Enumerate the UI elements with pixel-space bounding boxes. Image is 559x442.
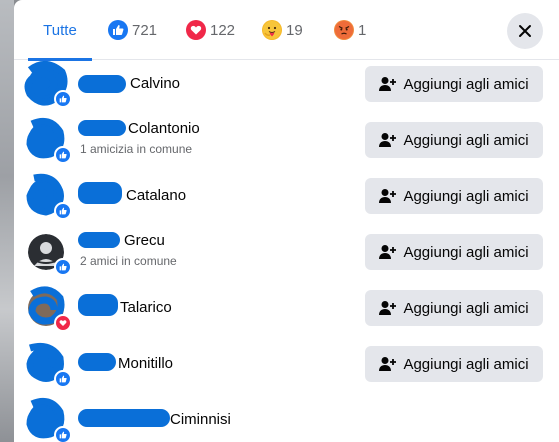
love-count: 122: [210, 21, 236, 39]
person-name[interactable]: Colantonio: [128, 120, 200, 137]
angry-count: 1: [358, 21, 367, 39]
redacted-name-mark: [78, 182, 122, 204]
add-friend-button[interactable]: Aggiungi agli amici: [365, 290, 543, 326]
like-badge-icon: [54, 146, 72, 164]
redacted-name-mark: [78, 294, 118, 316]
add-friend-button[interactable]: Aggiungi agli amici: [365, 66, 543, 102]
page-backdrop: [0, 0, 14, 442]
thumbs-up-icon: [108, 20, 128, 40]
list-item: Monitillo Aggiungi agli amici: [14, 336, 559, 392]
add-friend-label: Aggiungi agli amici: [403, 355, 529, 373]
list-item: Calvino Aggiungi agli amici: [14, 56, 559, 112]
add-friend-button[interactable]: Aggiungi agli amici: [365, 346, 543, 382]
person-name[interactable]: Talarico: [120, 299, 172, 316]
redacted-name-mark: [78, 232, 120, 248]
add-friend-button[interactable]: Aggiungi agli amici: [365, 122, 543, 158]
add-friend-label: Aggiungi agli amici: [403, 131, 529, 149]
add-friend-label: Aggiungi agli amici: [403, 75, 529, 93]
close-icon: [518, 24, 532, 38]
add-friend-icon: [379, 356, 397, 372]
heart-icon: [186, 20, 206, 40]
like-badge-icon: [54, 90, 72, 108]
add-friend-button[interactable]: Aggiungi agli amici: [365, 234, 543, 270]
person-name[interactable]: Grecu: [124, 232, 165, 249]
add-friend-icon: [379, 188, 397, 204]
tab-all[interactable]: Tutte: [28, 0, 92, 61]
redacted-name-mark: [78, 353, 116, 371]
care-count: 19: [286, 21, 303, 39]
like-badge-icon: [54, 258, 72, 276]
list-item: Grecu 2 amici in comune Aggiungi agli am…: [14, 224, 559, 280]
tab-all-label: Tutte: [43, 21, 77, 39]
like-count: 721: [132, 21, 158, 39]
add-friend-icon: [379, 76, 397, 92]
person-name[interactable]: Calvino: [130, 75, 180, 92]
reaction-tabs: Tutte 721 122 19 1: [14, 0, 559, 61]
reactions-dialog: Tutte 721 122 19 1 Calvino Aggiungi agli…: [14, 0, 559, 442]
add-friend-button[interactable]: Aggiungi agli amici: [365, 178, 543, 214]
tab-like[interactable]: 721: [108, 0, 157, 60]
list-item: Ciminnisi: [14, 392, 559, 442]
mutual-friends-text[interactable]: 2 amici in comune: [80, 254, 177, 268]
heart-badge-icon: [54, 314, 72, 332]
person-name[interactable]: Ciminnisi: [170, 411, 231, 428]
angry-face-icon: [334, 20, 354, 40]
redacted-name-mark: [78, 409, 170, 427]
like-badge-icon: [54, 370, 72, 388]
like-badge-icon: [54, 426, 72, 442]
add-friend-icon: [379, 244, 397, 260]
tab-care[interactable]: 19: [262, 0, 303, 60]
add-friend-label: Aggiungi agli amici: [403, 243, 529, 261]
like-badge-icon: [54, 202, 72, 220]
redacted-name-mark: [78, 75, 126, 93]
list-item: Colantonio 1 amicizia in comune Aggiungi…: [14, 112, 559, 168]
tab-angry[interactable]: 1: [334, 0, 366, 60]
add-friend-icon: [379, 132, 397, 148]
add-friend-label: Aggiungi agli amici: [403, 187, 529, 205]
list-item: Talarico Aggiungi agli amici: [14, 280, 559, 336]
add-friend-label: Aggiungi agli amici: [403, 299, 529, 317]
person-name[interactable]: Monitillo: [118, 355, 173, 372]
care-hug-emoji-icon: [262, 20, 282, 40]
mutual-friends-text[interactable]: 1 amicizia in comune: [80, 142, 192, 156]
redacted-name-mark: [78, 120, 126, 136]
add-friend-icon: [379, 300, 397, 316]
person-name[interactable]: Catalano: [126, 187, 186, 204]
close-button[interactable]: [507, 13, 543, 49]
list-item: Catalano Aggiungi agli amici: [14, 168, 559, 224]
tab-love[interactable]: 122: [186, 0, 235, 60]
